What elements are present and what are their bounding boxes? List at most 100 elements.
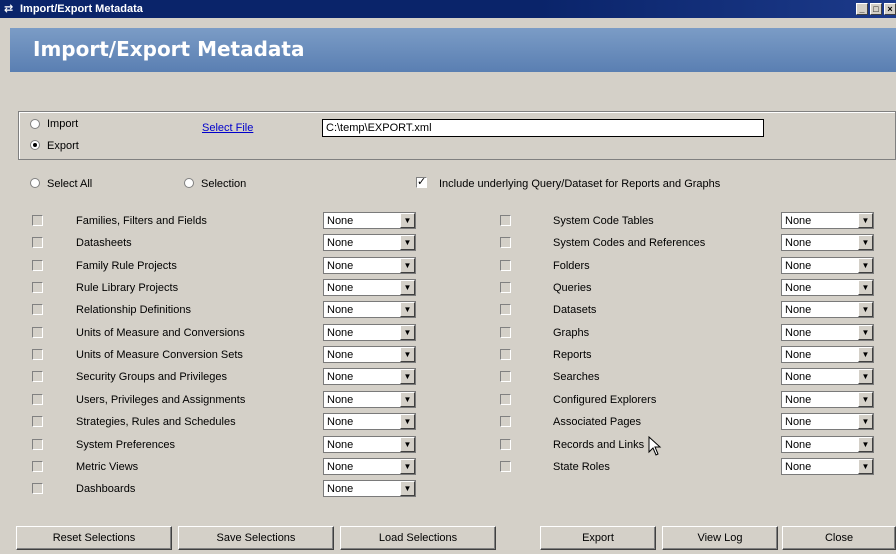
select-file-link[interactable]: Select File <box>202 122 253 134</box>
save-selections-button[interactable]: Save Selections <box>178 526 334 550</box>
left-item-checkbox[interactable] <box>32 259 43 271</box>
right-item-dropdown[interactable]: None ▼ <box>781 256 874 274</box>
chevron-down-icon[interactable]: ▼ <box>858 391 873 407</box>
left-item-checkbox[interactable] <box>32 393 43 405</box>
left-item-dropdown[interactable]: None ▼ <box>323 212 416 229</box>
right-item-dropdown[interactable]: None ▼ <box>781 368 874 386</box>
left-item-dropdown[interactable]: None ▼ <box>323 256 416 274</box>
left-item-checkbox[interactable] <box>32 326 43 338</box>
left-item-dropdown[interactable]: None ▼ <box>323 368 416 386</box>
left-item-dropdown[interactable]: None ▼ <box>323 390 416 408</box>
chevron-down-icon[interactable]: ▼ <box>400 235 415 251</box>
close-window-icon[interactable]: × <box>884 3 896 15</box>
left-item-checkbox[interactable] <box>32 483 43 495</box>
chevron-down-icon[interactable]: ▼ <box>858 324 873 340</box>
chevron-down-icon[interactable]: ▼ <box>858 436 873 452</box>
reset-selections-button[interactable]: Reset Selections <box>16 526 172 550</box>
load-selections-button[interactable]: Load Selections <box>340 526 496 550</box>
chevron-down-icon[interactable]: ▼ <box>858 213 873 228</box>
left-item-dropdown-value: None <box>327 460 354 473</box>
right-item-checkbox[interactable] <box>500 304 511 316</box>
left-item-checkbox[interactable] <box>32 215 43 226</box>
chevron-down-icon[interactable]: ▼ <box>400 257 415 273</box>
left-item-checkbox[interactable] <box>32 282 43 294</box>
right-item-checkbox[interactable] <box>500 282 511 294</box>
left-item-label: Units of Measure and Conversions <box>76 326 245 339</box>
import-radio[interactable] <box>30 119 40 129</box>
left-item-dropdown[interactable]: None ▼ <box>323 480 416 498</box>
left-item-checkbox[interactable] <box>32 237 43 249</box>
chevron-down-icon[interactable]: ▼ <box>858 302 873 318</box>
chevron-down-icon[interactable]: ▼ <box>858 280 873 296</box>
chevron-down-icon[interactable]: ▼ <box>858 235 873 251</box>
export-button[interactable]: Export <box>540 526 656 550</box>
include-underlying-checkbox[interactable]: ✓ <box>416 176 427 188</box>
left-item-checkbox[interactable] <box>32 371 43 383</box>
left-item-dropdown[interactable]: None ▼ <box>323 413 416 431</box>
right-item-dropdown[interactable]: None ▼ <box>781 212 874 229</box>
chevron-down-icon[interactable]: ▼ <box>400 436 415 452</box>
right-item-checkbox[interactable] <box>500 438 511 450</box>
left-item-dropdown[interactable]: None ▼ <box>323 435 416 453</box>
maximize-icon[interactable]: □ <box>870 3 882 15</box>
chevron-down-icon[interactable]: ▼ <box>400 280 415 296</box>
left-item-dropdown-value: None <box>327 483 354 496</box>
right-item-dropdown[interactable]: None ▼ <box>781 390 874 408</box>
view-log-button[interactable]: View Log <box>662 526 778 550</box>
selection-radio[interactable] <box>184 178 194 188</box>
chevron-down-icon[interactable]: ▼ <box>400 481 415 497</box>
chevron-down-icon[interactable]: ▼ <box>858 257 873 273</box>
page-title: Import/Export Metadata <box>33 37 305 61</box>
chevron-down-icon[interactable]: ▼ <box>858 347 873 363</box>
chevron-down-icon[interactable]: ▼ <box>400 324 415 340</box>
right-item-dropdown-value: None <box>785 371 812 384</box>
chevron-down-icon[interactable]: ▼ <box>400 302 415 318</box>
right-item-checkbox[interactable] <box>500 326 511 338</box>
right-item-dropdown-value: None <box>785 349 812 362</box>
export-radio[interactable] <box>30 140 40 150</box>
chevron-down-icon[interactable]: ▼ <box>400 347 415 363</box>
chevron-down-icon[interactable]: ▼ <box>858 458 873 474</box>
chevron-down-icon[interactable]: ▼ <box>858 414 873 430</box>
left-item-checkbox[interactable] <box>32 304 43 316</box>
chevron-down-icon[interactable]: ▼ <box>858 369 873 385</box>
right-item-dropdown[interactable]: None ▼ <box>781 413 874 431</box>
close-button[interactable]: Close <box>782 526 896 550</box>
left-item-dropdown[interactable]: None ▼ <box>323 323 416 341</box>
right-item-checkbox[interactable] <box>500 349 511 361</box>
minimize-icon[interactable]: _ <box>856 3 868 15</box>
right-item-checkbox[interactable] <box>500 460 511 472</box>
left-item-checkbox[interactable] <box>32 438 43 450</box>
left-item-checkbox[interactable] <box>32 416 43 428</box>
right-item-dropdown[interactable]: None ▼ <box>781 435 874 453</box>
left-item-checkbox[interactable] <box>32 460 43 472</box>
select-all-radio[interactable] <box>30 178 40 188</box>
chevron-down-icon[interactable]: ▼ <box>400 458 415 474</box>
right-item-checkbox[interactable] <box>500 416 511 428</box>
right-item-checkbox[interactable] <box>500 393 511 405</box>
left-item-dropdown[interactable]: None ▼ <box>323 279 416 297</box>
right-item-dropdown[interactable]: None ▼ <box>781 279 874 297</box>
right-item-checkbox[interactable] <box>500 259 511 271</box>
right-item-dropdown[interactable]: None ▼ <box>781 457 874 475</box>
file-path-input[interactable]: C:\temp\EXPORT.xml <box>322 119 764 137</box>
right-item-dropdown[interactable]: None ▼ <box>781 346 874 364</box>
left-item-dropdown[interactable]: None ▼ <box>323 234 416 252</box>
chevron-down-icon[interactable]: ▼ <box>400 369 415 385</box>
right-item-checkbox[interactable] <box>500 371 511 383</box>
import-export-icon: ⇄ <box>4 3 14 15</box>
chevron-down-icon[interactable]: ▼ <box>400 414 415 430</box>
left-item-dropdown[interactable]: None ▼ <box>323 346 416 364</box>
right-item-dropdown-value: None <box>785 282 812 295</box>
left-item-dropdown[interactable]: None ▼ <box>323 301 416 319</box>
right-item-checkbox[interactable] <box>500 237 511 249</box>
right-item-checkbox[interactable] <box>500 215 511 226</box>
right-item-dropdown[interactable]: None ▼ <box>781 234 874 252</box>
left-item-checkbox[interactable] <box>32 349 43 361</box>
left-item-dropdown-value: None <box>327 237 354 250</box>
chevron-down-icon[interactable]: ▼ <box>400 213 415 228</box>
right-item-dropdown[interactable]: None ▼ <box>781 323 874 341</box>
right-item-dropdown[interactable]: None ▼ <box>781 301 874 319</box>
chevron-down-icon[interactable]: ▼ <box>400 391 415 407</box>
left-item-dropdown[interactable]: None ▼ <box>323 457 416 475</box>
